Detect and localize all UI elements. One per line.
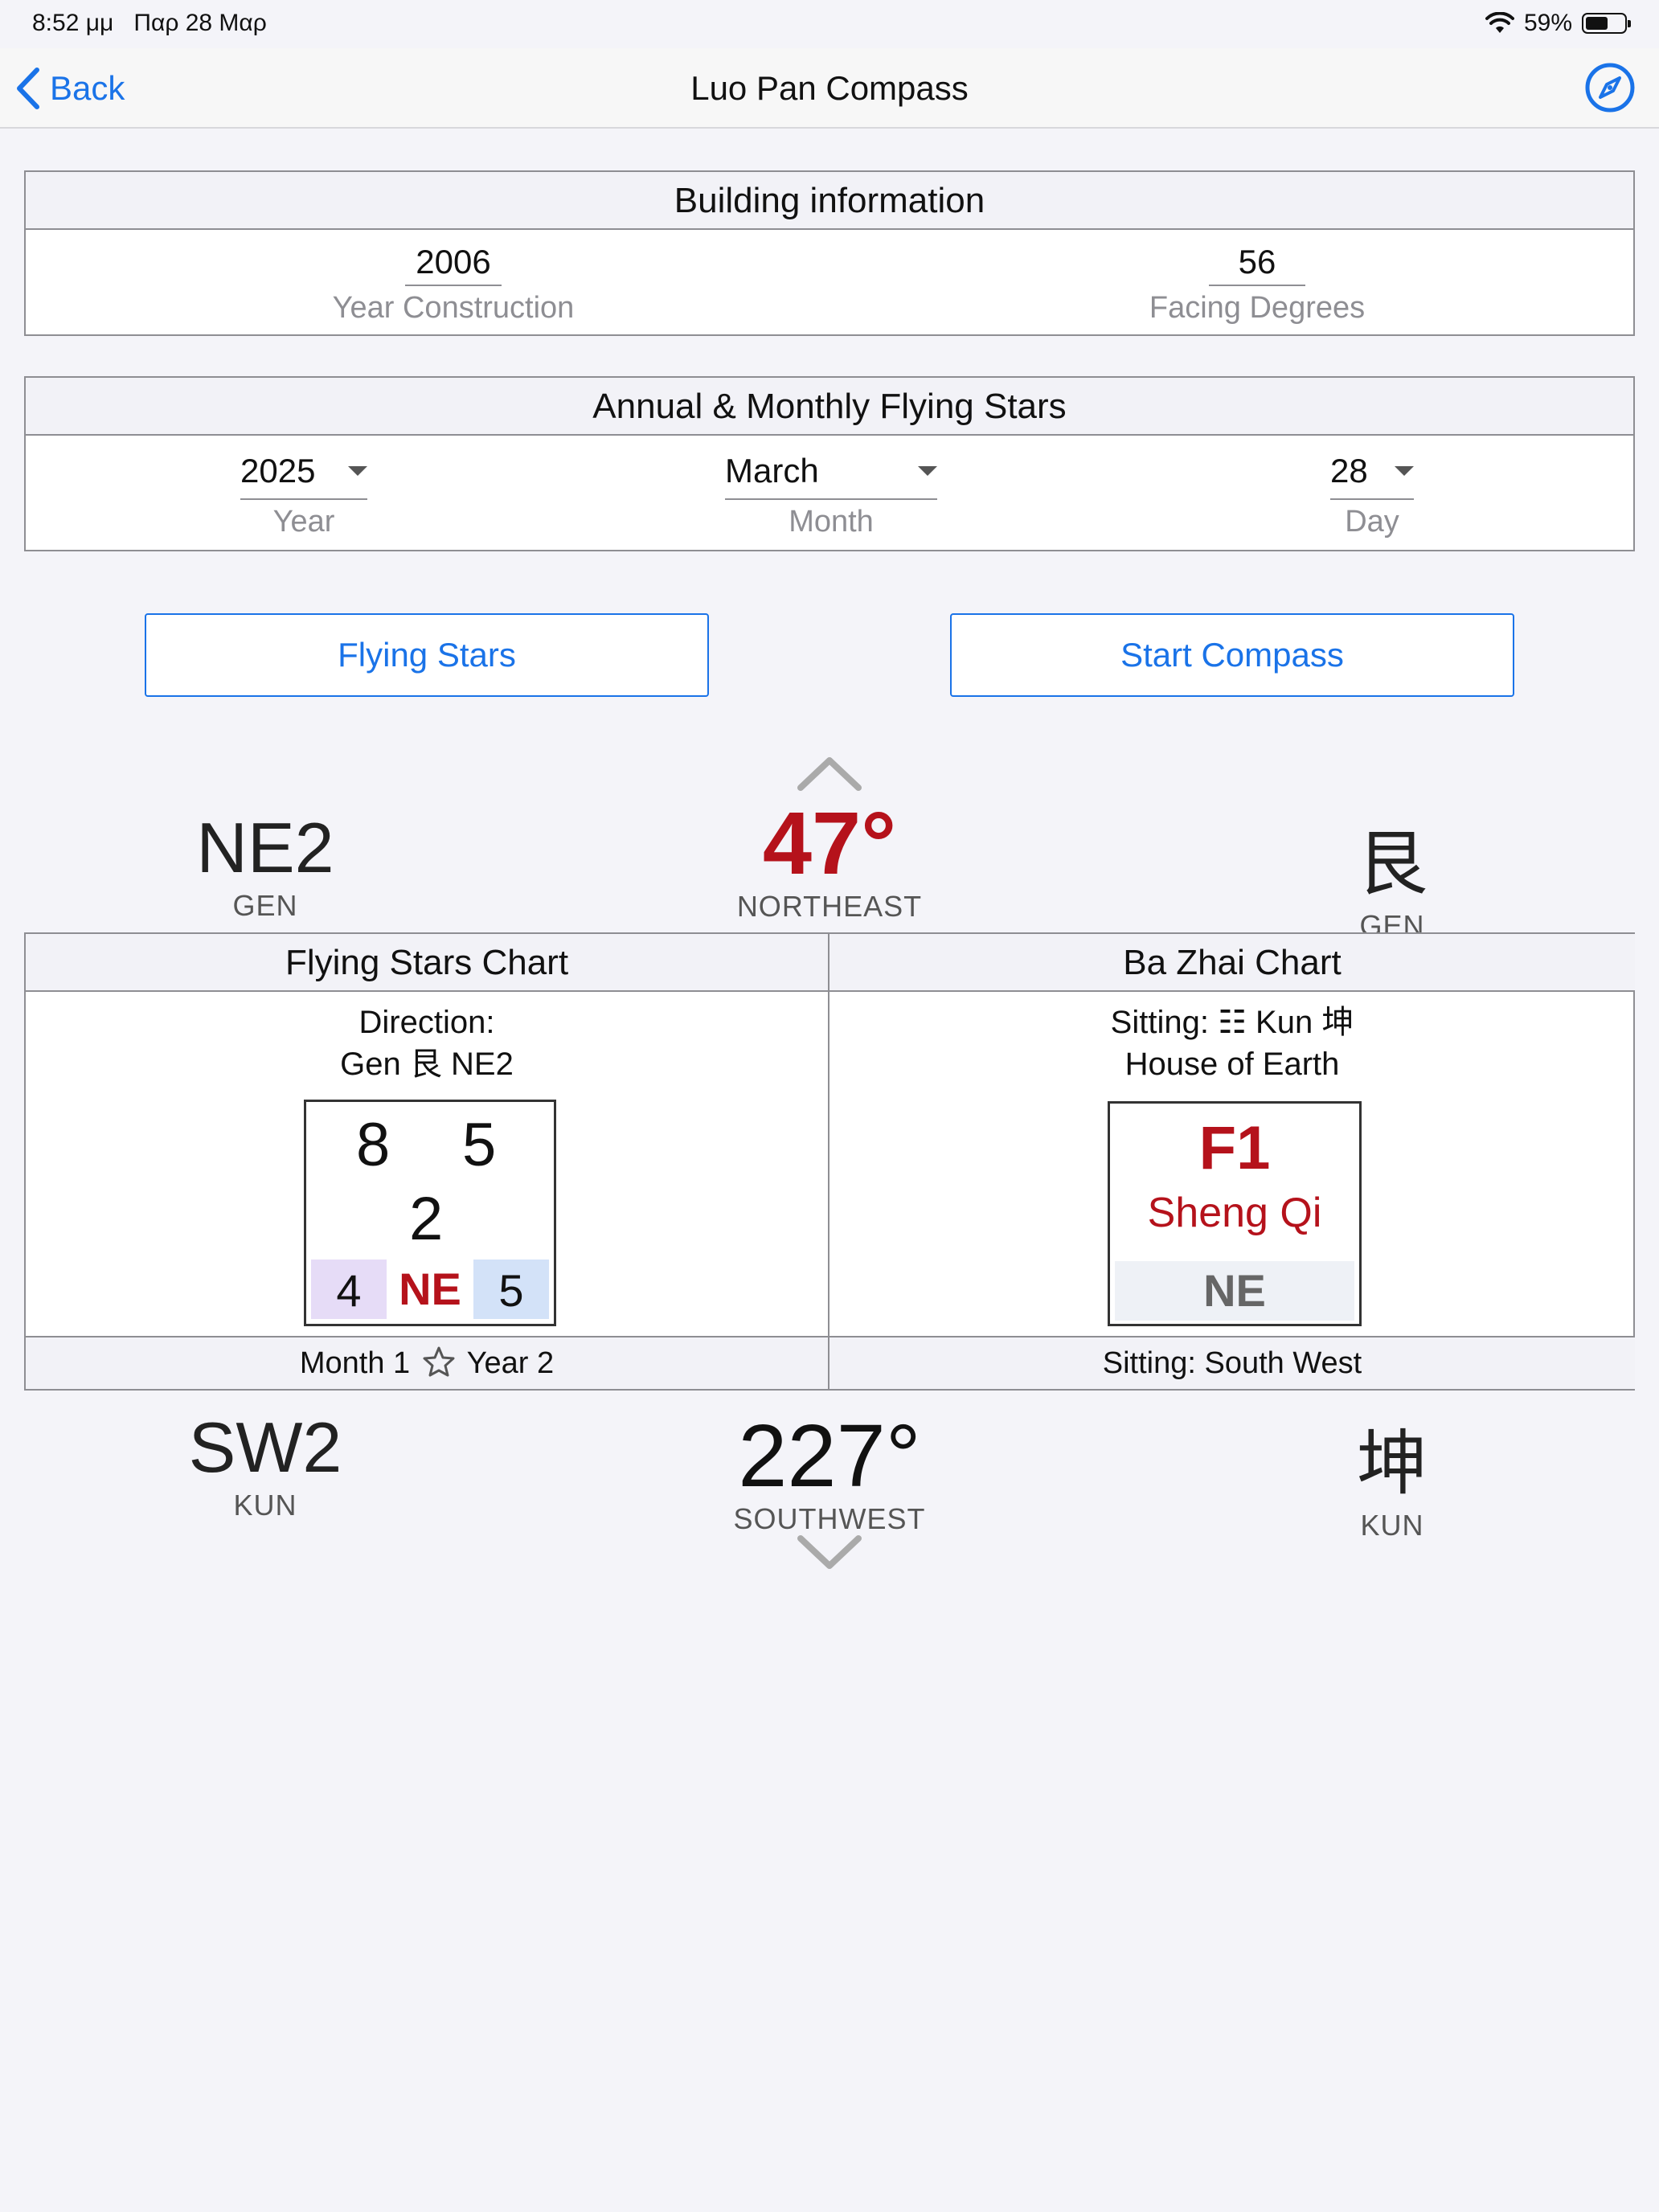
year-star: 5	[498, 1265, 524, 1316]
ba-zhai-chart: Ba Zhai Chart Sitting: ☷ Kun 坤 House of …	[830, 934, 1635, 1389]
year-selected: 2025	[240, 452, 316, 490]
ba-zhai-star-name: Sheng Qi	[1147, 1190, 1322, 1236]
month-star: 4	[336, 1265, 362, 1316]
facing-degrees-label: Facing Degrees	[1149, 291, 1366, 325]
legend-year: Year 2	[466, 1346, 555, 1380]
facing-mountain: NE2 GEN	[145, 807, 386, 923]
month-dropdown[interactable]: March	[725, 452, 937, 500]
page-title: Luo Pan Compass	[690, 69, 969, 107]
sitting-mountain-code: SW2	[188, 1407, 342, 1487]
ba-zhai-sitting: Sitting: ☷ Kun 坤 House of Earth	[830, 1002, 1635, 1085]
month-star-cell: 4	[311, 1260, 387, 1319]
battery-icon	[1582, 13, 1631, 34]
chevron-up-icon	[797, 757, 862, 791]
status-indicators: 59%	[1485, 10, 1631, 37]
year-star-cell: 5	[473, 1260, 549, 1319]
flying-stars-direction: Direction: Gen 艮 NE2	[26, 1002, 828, 1085]
sitting-mountain-name: KUN	[233, 1489, 297, 1522]
month-selected: March	[725, 452, 819, 490]
compass-icon[interactable]	[1583, 61, 1636, 114]
building-info-header: Building information	[26, 172, 1633, 230]
sitting-degree-readout: 227° SOUTHWEST	[669, 1405, 990, 1536]
sitting-trigram: 坤 KUN	[1272, 1407, 1513, 1542]
battery-level	[1586, 17, 1608, 30]
flying-stars-button[interactable]: Flying Stars	[145, 613, 709, 697]
flying-stars-direction-value: Gen 艮 NE2	[340, 1047, 514, 1082]
water-star: 5	[462, 1111, 497, 1179]
star-outline-icon	[423, 1346, 455, 1377]
facing-mountain-code: NE2	[196, 808, 334, 887]
facing-degrees-input[interactable]: 56	[1209, 243, 1305, 286]
sitting-trigram-name: KUN	[1360, 1509, 1424, 1542]
flying-stars-sector[interactable]: 8 5 2 4 NE 5	[304, 1100, 556, 1326]
day-label: Day	[1345, 505, 1399, 539]
year-label: Year	[272, 505, 335, 539]
year-construction-input[interactable]: 2006	[405, 243, 502, 286]
chevron-down-icon	[797, 1535, 862, 1569]
annual-monthly-header: Annual & Monthly Flying Stars	[26, 378, 1633, 436]
navigation-bar: Luo Pan Compass Back	[0, 48, 1659, 129]
flying-stars-chart-header: Flying Stars Chart	[26, 934, 828, 992]
month-select[interactable]: March Month	[720, 452, 942, 539]
caret-down-icon	[348, 466, 367, 476]
ba-zhai-sitting-label: Sitting: ☷ Kun 坤	[1110, 1005, 1354, 1040]
facing-trigram-char: 艮	[1356, 822, 1428, 905]
sitting-degrees: 227°	[738, 1407, 921, 1505]
facing-degrees-field[interactable]: 56 Facing Degrees	[1016, 243, 1498, 326]
status-date: Παρ 28 Μαρ	[133, 10, 267, 36]
building-info-panel: Building information 2006 Year Construct…	[24, 170, 1635, 336]
flying-stars-chart: Flying Stars Chart Direction: Gen 艮 NE2 …	[26, 934, 830, 1389]
caret-down-icon	[918, 466, 937, 476]
ba-zhai-chart-header: Ba Zhai Chart	[830, 934, 1635, 992]
day-dropdown[interactable]: 28	[1330, 452, 1414, 500]
flying-stars-legend: Month 1 Year 2	[26, 1336, 828, 1389]
sitting-trigram-char: 坤	[1356, 1422, 1428, 1505]
facing-mountain-name: GEN	[232, 889, 298, 922]
status-time-date: 8:52 μμ Παρ 28 Μαρ	[32, 10, 267, 37]
mountain-star: 8	[356, 1111, 391, 1179]
status-time: 8:52 μμ	[32, 10, 114, 36]
wifi-icon	[1485, 12, 1514, 33]
year-construction-label: Year Construction	[332, 291, 575, 325]
facing-degree-readout: 47° NORTHEAST	[669, 793, 990, 924]
year-select[interactable]: 2025 Year	[215, 452, 392, 539]
chevron-left-icon	[17, 68, 39, 109]
ba-zhai-footer: Sitting: South West	[830, 1336, 1635, 1389]
battery-percent: 59%	[1523, 10, 1572, 36]
day-select[interactable]: 28 Day	[1304, 452, 1440, 539]
flying-stars-direction-label: Direction:	[358, 1005, 495, 1040]
caret-down-icon	[1395, 466, 1414, 476]
sitting-direction: SOUTHWEST	[733, 1502, 926, 1535]
year-dropdown[interactable]: 2025	[240, 452, 367, 500]
annual-monthly-panel: Annual & Monthly Flying Stars 2025 Year …	[24, 376, 1635, 551]
day-selected: 28	[1330, 452, 1368, 490]
sitting-mountain: SW2 KUN	[145, 1407, 386, 1522]
year-construction-field[interactable]: 2006 Year Construction	[212, 243, 694, 326]
facing-trigram: 艮 GEN	[1272, 807, 1513, 943]
ba-zhai-code: F1	[1198, 1114, 1271, 1182]
ba-zhai-sector[interactable]: F1 Sheng Qi NE	[1108, 1101, 1362, 1326]
facing-direction: NORTHEAST	[736, 890, 923, 923]
sector-label: NE	[399, 1264, 461, 1314]
month-label: Month	[789, 505, 874, 539]
base-star: 2	[409, 1185, 444, 1253]
start-compass-button[interactable]: Start Compass	[950, 613, 1514, 697]
ba-zhai-sector-label: NE	[1115, 1261, 1354, 1321]
facing-degrees: 47°	[762, 794, 897, 893]
charts-panel: Flying Stars Chart Direction: Gen 艮 NE2 …	[24, 932, 1635, 1391]
back-button[interactable]: Back	[14, 63, 125, 114]
back-label: Back	[50, 69, 125, 107]
ba-zhai-house: House of Earth	[1124, 1047, 1340, 1082]
legend-month: Month 1	[299, 1346, 411, 1380]
